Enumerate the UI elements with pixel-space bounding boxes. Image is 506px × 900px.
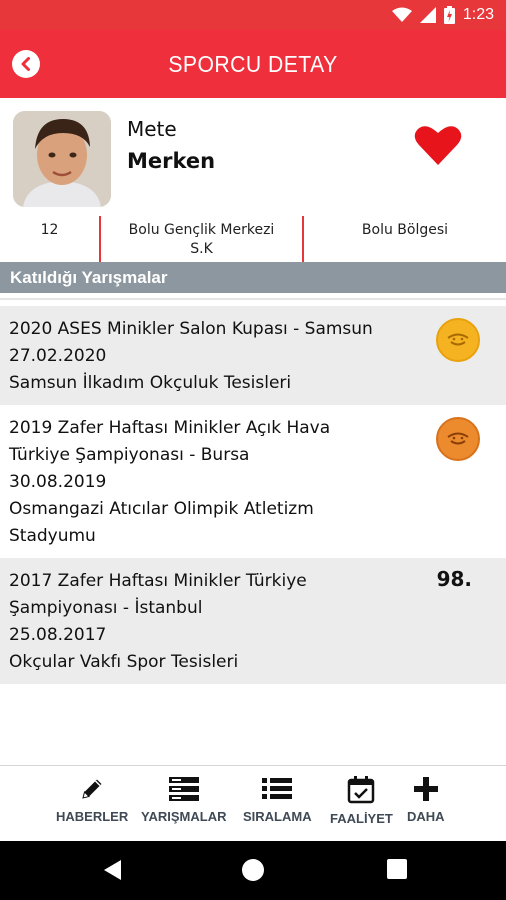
chevron-left-icon — [21, 57, 30, 71]
bronze-medal-icon — [436, 417, 480, 461]
pencil-icon — [82, 779, 102, 799]
app-bar: SPORCU DETAY — [0, 30, 506, 98]
competition-title: 2020 ASES Minikler Salon Kupası - Samsun — [9, 319, 373, 339]
wifi-icon — [391, 7, 412, 22]
nav-label: DAHA — [407, 809, 445, 824]
triangle-back-icon — [104, 860, 121, 880]
status-bar: 1:23 — [0, 0, 506, 30]
plus-icon — [413, 777, 438, 801]
nav-label: SIRALAMA — [243, 809, 312, 824]
system-navigation-bar — [0, 841, 506, 900]
competition-date: 27.02.2020 — [9, 346, 107, 366]
competition-item[interactable]: 2020 ASES Minikler Salon Kupası - Samsun… — [0, 306, 506, 405]
nav-faaliyet[interactable]: FAALİYET — [330, 776, 393, 826]
competition-venue: Osmangazi Atıcılar Olimpik Atletizm — [9, 499, 314, 519]
divider — [0, 298, 506, 300]
competition-title: Şampiyonası - İstanbul — [9, 598, 203, 618]
nav-haberler[interactable]: HABERLER — [56, 776, 128, 824]
circle-home-icon — [242, 859, 264, 881]
athlete-age: 12 — [0, 216, 101, 262]
competition-title: 2019 Zafer Haftası Minikler Açık Hava — [9, 418, 331, 438]
competition-venue: Samsun İlkadım Okçuluk Tesisleri — [9, 373, 292, 393]
competition-title: 2017 Zafer Haftası Minikler Türkiye — [9, 571, 307, 591]
athlete-region: Bolu Bölgesi — [361, 222, 449, 238]
athlete-last-name: Merken — [127, 149, 216, 173]
competition-venue: Stadyumu — [9, 526, 96, 546]
bulleted-list-icon — [262, 778, 293, 799]
battery-icon — [443, 6, 455, 24]
athlete-first-name: Mete — [127, 117, 177, 141]
competition-title: Türkiye Şampiyonası - Bursa — [9, 445, 250, 465]
competition-rank: 98. — [436, 567, 472, 591]
calendar-check-icon — [348, 776, 375, 804]
nav-label: FAALİYET — [330, 811, 393, 826]
back-button[interactable] — [12, 50, 40, 78]
bottom-navigation: HABERLER YARIŞMALAR SIRALAMA FAALİYET DA… — [0, 765, 506, 841]
heart-icon — [414, 126, 462, 165]
nav-yarismalar[interactable]: YARIŞMALAR — [141, 776, 226, 824]
home-nav-button[interactable] — [241, 858, 265, 886]
nav-siralama[interactable]: SIRALAMA — [243, 776, 312, 824]
back-nav-button[interactable] — [101, 858, 123, 886]
competition-list: 2020 ASES Minikler Salon Kupası - Samsun… — [0, 306, 506, 684]
nav-label: HABERLER — [56, 809, 129, 824]
competitions-section-header: Katıldığı Yarışmalar — [0, 262, 506, 293]
favorite-button[interactable] — [414, 124, 462, 170]
competition-item[interactable]: 2019 Zafer Haftası Minikler Açık Hava Tü… — [0, 405, 506, 558]
nav-label: YARIŞMALAR — [141, 809, 227, 824]
status-time: 1:23 — [462, 6, 494, 23]
athlete-photo — [13, 111, 111, 207]
page-title: SPORCU DETAY — [168, 50, 338, 77]
gold-medal-icon — [436, 318, 480, 362]
cell-signal-icon — [419, 7, 436, 23]
athlete-profile: Mete Merken — [0, 98, 506, 216]
competition-date: 30.08.2019 — [9, 472, 107, 492]
competition-venue: Okçular Vakfı Spor Tesisleri — [9, 652, 239, 672]
square-recents-icon — [387, 859, 407, 879]
competition-item[interactable]: 2017 Zafer Haftası Minikler Türkiye Şamp… — [0, 558, 506, 684]
recents-nav-button[interactable] — [386, 858, 408, 884]
nav-daha[interactable]: DAHA — [407, 776, 445, 824]
club-name-line2: S.K — [190, 241, 213, 257]
competition-date: 25.08.2017 — [9, 625, 107, 645]
club-name-line1: Bolu Gençlik Merkezi — [128, 222, 275, 238]
athlete-club: Bolu Gençlik Merkezi S.K — [101, 216, 304, 262]
list-bars-icon — [168, 777, 199, 801]
athlete-info-row: 12 Bolu Gençlik Merkezi S.K Bolu Bölgesi — [0, 216, 506, 262]
